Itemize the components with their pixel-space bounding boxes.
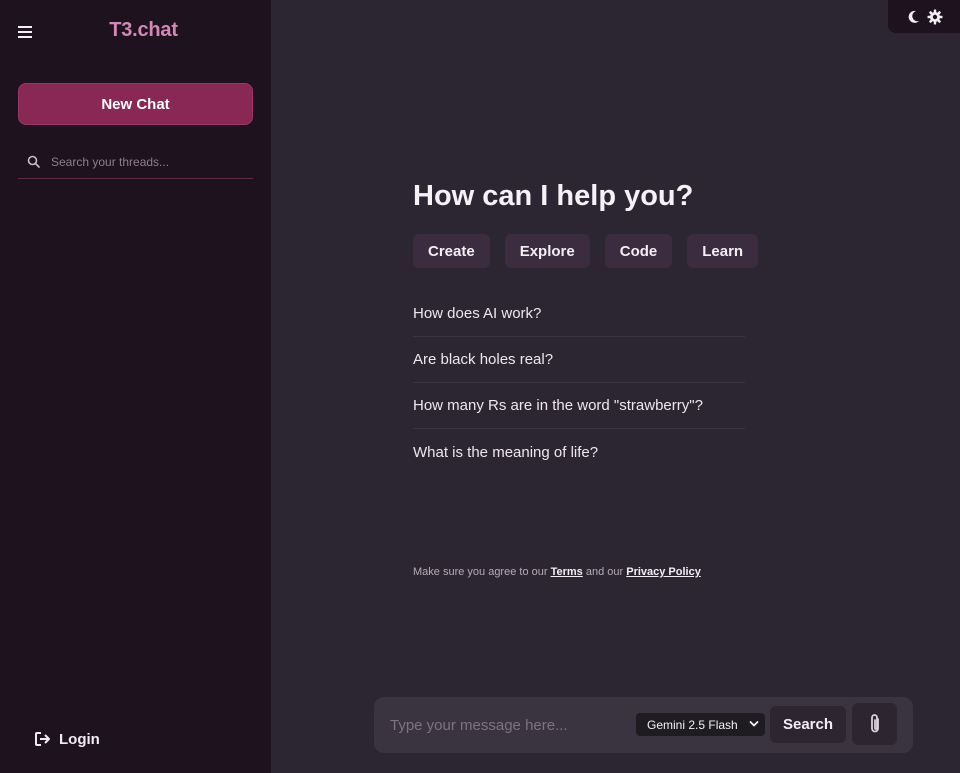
gear-icon — [927, 9, 943, 24]
terms-link[interactable]: Terms — [551, 566, 583, 578]
moon-icon — [908, 10, 919, 23]
model-select-value: Gemini 2.5 Flash — [647, 717, 738, 732]
thread-search-input[interactable] — [51, 154, 253, 169]
suggestion-item[interactable]: How does AI work? — [413, 291, 745, 337]
attach-button[interactable] — [852, 703, 897, 745]
suggestion-item[interactable]: How many Rs are in the word "strawberry"… — [413, 383, 745, 429]
login-label: Login — [59, 730, 100, 748]
login-button[interactable]: Login — [35, 728, 100, 750]
message-composer: Gemini 2.5 Flash Search — [374, 697, 913, 753]
app-root: T3.chat New Chat Login — [0, 0, 960, 773]
search-icon — [27, 155, 41, 169]
sidebar: T3.chat New Chat Login — [0, 0, 271, 773]
suggestion-item[interactable]: Are black holes real? — [413, 337, 745, 383]
brand-logo: T3.chat — [109, 19, 178, 41]
explore-pill[interactable]: Explore — [504, 234, 590, 268]
message-input[interactable] — [390, 712, 620, 738]
code-pill[interactable]: Code — [604, 234, 673, 268]
search-toggle-button[interactable]: Search — [770, 706, 846, 743]
legal-notice: Make sure you agree to our Terms and our… — [413, 566, 701, 578]
legal-middle: and our — [585, 566, 624, 578]
paperclip-icon — [870, 714, 879, 733]
sign-in-icon — [35, 732, 50, 746]
page-title: How can I help you? — [413, 180, 694, 212]
theme-toggle-button[interactable] — [905, 9, 921, 25]
thread-search — [18, 145, 253, 179]
create-pill[interactable]: Create — [413, 234, 490, 268]
privacy-policy-link[interactable]: Privacy Policy — [626, 566, 701, 578]
settings-button[interactable] — [927, 9, 943, 25]
learn-pill[interactable]: Learn — [687, 234, 759, 268]
suggestion-item[interactable]: What is the meaning of life? — [413, 429, 745, 475]
legal-prefix: Make sure you agree to our — [413, 566, 548, 578]
new-chat-button[interactable]: New Chat — [18, 83, 253, 125]
category-pills: Create Explore Code Learn — [413, 234, 759, 268]
chevron-down-icon — [749, 719, 759, 729]
model-select[interactable]: Gemini 2.5 Flash — [636, 713, 765, 736]
top-right-toolbar — [888, 0, 960, 33]
suggestion-list: How does AI work? Are black holes real? … — [413, 291, 745, 475]
